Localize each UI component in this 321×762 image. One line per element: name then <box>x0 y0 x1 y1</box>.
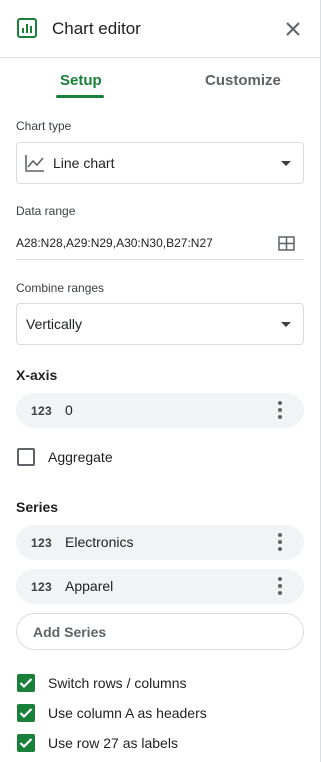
add-series-label: Add Series <box>33 624 107 640</box>
aggregate-label: Aggregate <box>48 449 113 465</box>
editor-header: Chart editor <box>0 0 320 58</box>
more-vert-icon[interactable] <box>278 577 282 596</box>
more-vert-icon[interactable] <box>278 533 282 552</box>
numeric-type-icon: 123 <box>31 404 52 418</box>
chevron-down-icon <box>281 322 291 327</box>
x-axis-title: X-axis <box>16 367 58 383</box>
data-range-value: A28:N28,A29:N29,A30:N30,B27:N27 <box>16 236 213 250</box>
combine-ranges-label: Combine ranges <box>16 281 105 295</box>
active-tab-indicator <box>56 95 104 98</box>
x-axis-item[interactable]: 123 0 <box>16 393 304 428</box>
add-series-button[interactable]: Add Series <box>16 613 304 650</box>
use-row-labels-label: Use row 27 as labels <box>48 735 178 751</box>
numeric-type-icon: 123 <box>31 536 52 550</box>
more-vert-icon[interactable] <box>278 401 282 420</box>
editor-tabs: Setup Customize <box>0 58 320 104</box>
grid-icon[interactable] <box>278 236 295 251</box>
use-row-labels-checkbox[interactable] <box>17 734 35 752</box>
series-item-label: Electronics <box>65 534 134 550</box>
series-item-label: Apparel <box>65 578 114 594</box>
chart-editor-panel: Chart editor Setup Customize Chart type … <box>0 0 321 762</box>
check-icon <box>19 738 33 749</box>
editor-title: Chart editor <box>52 19 141 38</box>
x-axis-item-label: 0 <box>65 402 73 418</box>
chart-type-select[interactable]: Line chart <box>16 142 304 184</box>
data-range-field[interactable]: A28:N28,A29:N29,A30:N30,B27:N27 <box>16 228 304 260</box>
line-chart-icon <box>25 155 44 172</box>
tab-setup[interactable]: Setup <box>60 72 102 90</box>
series-item-electronics[interactable]: 123 Electronics <box>16 525 304 560</box>
combine-ranges-value: Vertically <box>26 316 83 332</box>
combine-ranges-select[interactable]: Vertically <box>16 303 304 345</box>
switch-rows-columns-label: Switch rows / columns <box>48 675 187 691</box>
use-column-headers-label: Use column A as headers <box>48 705 207 721</box>
sheets-chart-icon <box>17 18 37 38</box>
chevron-down-icon <box>281 161 291 166</box>
check-icon <box>19 708 33 719</box>
close-icon[interactable] <box>284 20 302 38</box>
series-title: Series <box>16 499 59 515</box>
numeric-type-icon: 123 <box>31 580 52 594</box>
tab-customize[interactable]: Customize <box>205 72 281 90</box>
use-column-headers-checkbox[interactable] <box>17 704 35 722</box>
aggregate-checkbox[interactable] <box>17 448 35 466</box>
data-range-label: Data range <box>16 204 76 218</box>
chart-type-label: Chart type <box>16 119 72 133</box>
switch-rows-columns-checkbox[interactable] <box>17 674 35 692</box>
series-item-apparel[interactable]: 123 Apparel <box>16 569 304 604</box>
check-icon <box>19 678 33 689</box>
chart-type-value: Line chart <box>53 155 115 171</box>
